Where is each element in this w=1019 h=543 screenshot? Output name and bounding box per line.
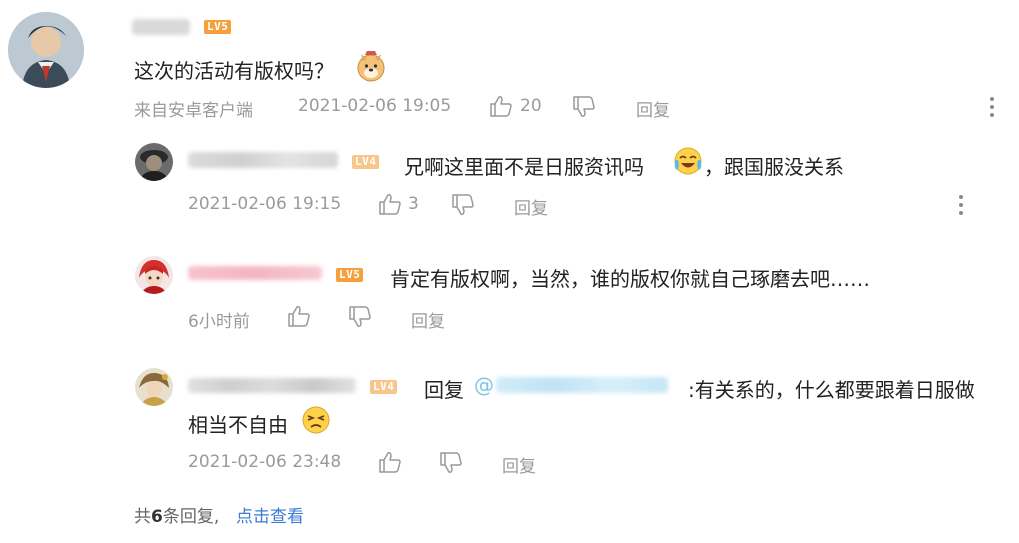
dislike-icon[interactable] <box>439 452 463 478</box>
level-badge: LV4 <box>370 380 398 394</box>
reply-text-continued: ，跟国服没关系 <box>704 155 844 179</box>
reply-count-summary: 共6条回复, <box>134 502 219 527</box>
reply-button[interactable]: 回复 <box>502 452 536 477</box>
username-blurred[interactable] <box>188 266 322 280</box>
username-blurred[interactable] <box>188 378 356 393</box>
reply-text-line2: 相当不自由 <box>188 413 288 437</box>
like-count: 3 <box>408 194 419 214</box>
username-blurred[interactable] <box>132 19 190 35</box>
timestamp: 2021-02-06 19:15 <box>188 194 342 214</box>
doge-emoji <box>355 51 387 83</box>
more-options-icon[interactable] <box>990 97 994 121</box>
reply-count-suffix: 条回复, <box>162 507 220 527</box>
level-badge: LV5 <box>204 20 232 34</box>
reply-count-number: 6 <box>151 507 163 527</box>
avatar-reply-1[interactable] <box>135 143 173 181</box>
avatar-main[interactable] <box>8 12 84 88</box>
reply-text: 肯定有版权啊，当然，谁的版权你就自己琢磨去吧…… <box>390 267 870 291</box>
username-blurred[interactable] <box>188 152 338 168</box>
like-icon[interactable] <box>489 95 513 121</box>
annoyed-emoji <box>300 404 332 436</box>
avatar-reply-2[interactable] <box>135 256 173 294</box>
timestamp: 6小时前 <box>188 312 250 332</box>
timestamp: 2021-02-06 23:48 <box>188 452 342 472</box>
like-icon[interactable] <box>378 451 402 477</box>
reply-text: :有关系的，什么都要跟着日服做 <box>688 378 975 402</box>
reply-count-prefix: 共 <box>134 507 151 527</box>
like-icon[interactable] <box>378 193 402 219</box>
mentioned-username-blurred[interactable] <box>496 377 668 393</box>
avatar-reply-3[interactable] <box>135 368 173 406</box>
dislike-icon[interactable] <box>572 96 596 122</box>
like-count: 20 <box>520 96 542 116</box>
reply-button[interactable]: 回复 <box>411 307 445 332</box>
comment-text: 这次的活动有版权吗？ <box>134 59 334 83</box>
reply-button[interactable]: 回复 <box>514 194 548 219</box>
level-badge: LV4 <box>352 155 380 169</box>
crying-laughing-emoji <box>672 145 704 177</box>
reply-text: 兄啊这里面不是日服资讯吗 <box>404 155 644 179</box>
like-icon[interactable] <box>287 305 311 331</box>
timestamp: 2021-02-06 19:05 <box>298 96 452 116</box>
reply-button[interactable]: 回复 <box>636 96 670 121</box>
reply-to-label: 回复 <box>424 378 464 402</box>
view-replies-link[interactable]: 点击查看 <box>236 502 304 527</box>
more-options-icon[interactable] <box>959 195 963 219</box>
dislike-icon[interactable] <box>348 306 372 332</box>
source-label: 来自安卓客户端 <box>134 101 253 121</box>
mention-at[interactable]: @ <box>474 373 494 397</box>
level-badge: LV5 <box>336 268 364 282</box>
dislike-icon[interactable] <box>451 194 475 220</box>
